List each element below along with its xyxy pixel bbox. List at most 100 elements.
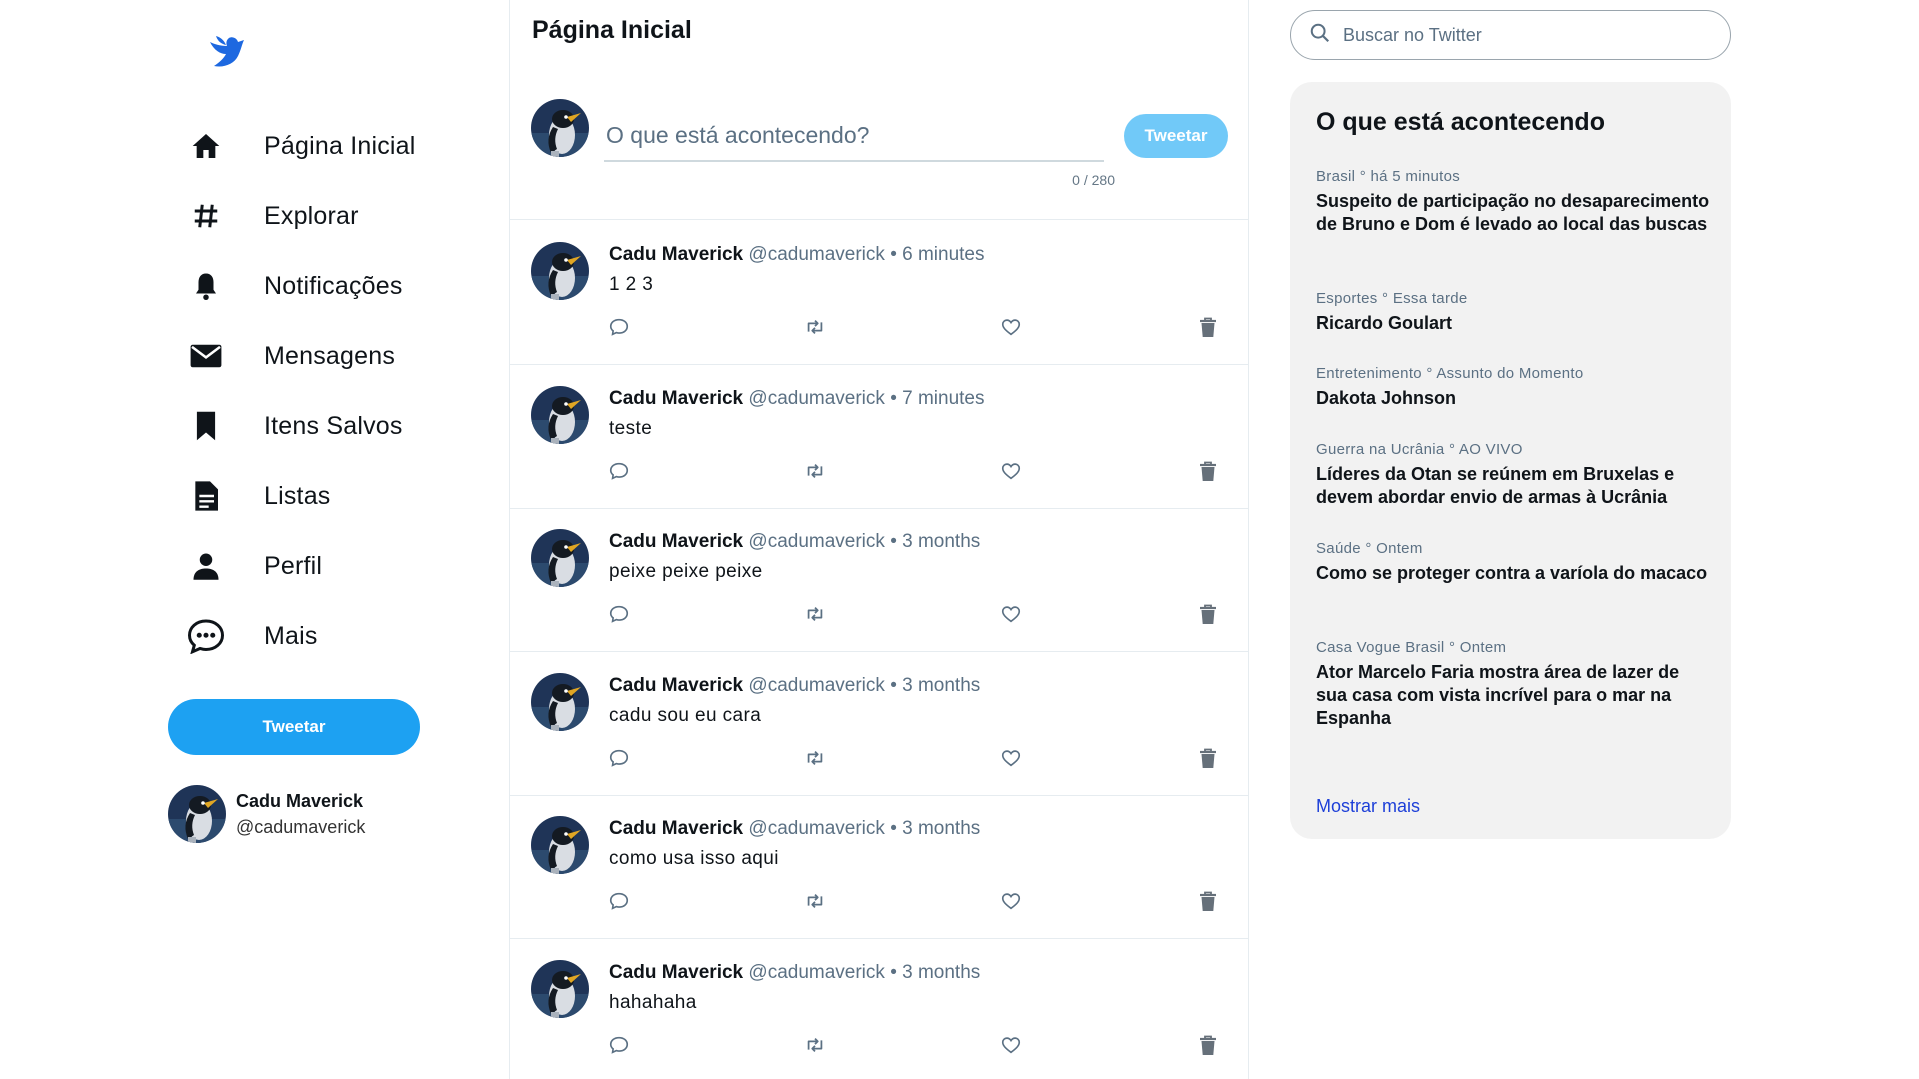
trash-icon[interactable]	[1193, 1030, 1223, 1060]
tweet-composer: 0 / 280 Tweetar	[510, 80, 1248, 220]
retweet-icon[interactable]	[800, 599, 830, 629]
timeline-column: Página Inicial 0 / 280 Tweetar Cadu Mave…	[509, 0, 1249, 1079]
trash-icon[interactable]	[1193, 312, 1223, 342]
tweet-author[interactable]: Cadu Maverick	[609, 244, 743, 265]
avatar[interactable]	[531, 816, 589, 874]
tweet-text: 1 2 3	[609, 274, 654, 295]
nav-label: Itens Salvos	[264, 411, 403, 440]
trend-item[interactable]: Saúde ° Ontem Como se proteger contra a v…	[1316, 540, 1711, 585]
reply-icon[interactable]	[604, 599, 634, 629]
trend-item[interactable]: Casa Vogue Brasil ° Ontem Ator Marcelo Fa…	[1316, 639, 1711, 730]
trend-item[interactable]: Esportes ° Essa tarde Ricardo Goulart	[1316, 290, 1711, 335]
like-icon[interactable]	[996, 456, 1026, 486]
trend-context: Saúde ° Ontem	[1316, 540, 1423, 557]
nav-explore[interactable]: Explorar	[186, 188, 359, 244]
tweet-text: peixe peixe peixe	[609, 561, 763, 582]
retweet-icon[interactable]	[800, 312, 830, 342]
trend-headline: Dakota Johnson	[1316, 388, 1457, 408]
list-icon	[186, 476, 226, 516]
avatar[interactable]	[531, 960, 589, 1018]
nav-notifications[interactable]: Notificações	[186, 258, 403, 314]
trend-headline: Ricardo Goulart	[1316, 313, 1453, 333]
show-more-link[interactable]: Mostrar mais	[1316, 796, 1420, 817]
nav-home[interactable]: Página Inicial	[186, 118, 416, 174]
like-icon[interactable]	[996, 1030, 1026, 1060]
reply-icon[interactable]	[604, 1030, 634, 1060]
tweet-author[interactable]: Cadu Maverick	[609, 675, 743, 696]
account-switcher[interactable]: Cadu Maverick @cadumaverick	[168, 785, 365, 843]
tweet-handle: @cadumaverick	[748, 961, 885, 983]
trend-headline: Líderes da Otan se reúnem em Bruxelas e …	[1316, 464, 1675, 507]
nav-label: Notificações	[264, 271, 403, 300]
trend-item[interactable]: Entretenimento ° Assunto do Momento Dakot…	[1316, 365, 1711, 410]
avatar[interactable]	[531, 242, 589, 300]
nav-messages[interactable]: Mensagens	[186, 328, 395, 384]
reply-icon[interactable]	[604, 456, 634, 486]
reply-icon[interactable]	[604, 312, 634, 342]
like-icon[interactable]	[996, 743, 1026, 773]
nav-label: Mais	[264, 621, 318, 650]
avatar[interactable]	[531, 386, 589, 444]
nav-lists[interactable]: Listas	[186, 468, 331, 524]
tweet-button[interactable]: Tweetar	[168, 699, 420, 755]
trend-item[interactable]: Guerra na Ucrânia ° AO VIVO Líderes da Ot…	[1316, 441, 1711, 509]
nav-label: Página Inicial	[264, 131, 416, 160]
home-icon	[186, 126, 226, 166]
nav-label: Listas	[264, 481, 331, 510]
retweet-icon[interactable]	[800, 1030, 830, 1060]
avatar[interactable]	[531, 673, 589, 731]
like-icon[interactable]	[996, 599, 1026, 629]
trend-context: Guerra na Ucrânia ° AO VIVO	[1316, 441, 1523, 458]
tweet-header: Cadu Maverick @cadumaverick • 3 months	[609, 818, 980, 840]
avatar[interactable]	[531, 529, 589, 587]
like-icon[interactable]	[996, 312, 1026, 342]
tweet-author[interactable]: Cadu Maverick	[609, 962, 743, 983]
tweet-author[interactable]: Cadu Maverick	[609, 531, 743, 552]
tweet-item[interactable]: Cadu Maverick @cadumaverick • 3 months ha…	[510, 940, 1248, 1079]
tweet-item[interactable]: Cadu Maverick @cadumaverick • 7 minutes t…	[510, 366, 1248, 509]
trash-icon[interactable]	[1193, 456, 1223, 486]
trend-headline: Como se proteger contra a varíola do mac…	[1316, 563, 1708, 583]
reply-icon[interactable]	[604, 886, 634, 916]
tweet-author[interactable]: Cadu Maverick	[609, 818, 743, 839]
tweet-text: como usa isso aqui	[609, 848, 779, 869]
tweet-timestamp: 3 months	[902, 818, 981, 839]
hashtag-icon	[186, 196, 226, 236]
trend-headline: Ator Marcelo Faria mostra área de lazer …	[1316, 662, 1680, 728]
page-title: Página Inicial	[532, 16, 692, 44]
trend-headline: Suspeito de participação no desaparecime…	[1316, 191, 1710, 234]
tweet-separator: •	[890, 244, 897, 265]
compose-input[interactable]	[604, 110, 1104, 162]
nav-label: Mensagens	[264, 341, 396, 370]
tweet-header: Cadu Maverick @cadumaverick • 7 minutes	[609, 388, 985, 410]
tweet-author[interactable]: Cadu Maverick	[609, 388, 743, 409]
reply-icon[interactable]	[604, 743, 634, 773]
more-bubble-icon	[186, 616, 226, 656]
compose-tweet-button[interactable]: Tweetar	[1124, 114, 1228, 158]
tweet-timestamp: 7 minutes	[902, 387, 985, 409]
bird-icon[interactable]	[204, 28, 248, 72]
tweet-text: hahahaha	[609, 991, 697, 1013]
tweet-item[interactable]: Cadu Maverick @cadumaverick • 3 months pe…	[510, 509, 1248, 652]
retweet-icon[interactable]	[800, 743, 830, 773]
search-input[interactable]	[1343, 24, 1703, 46]
trash-icon[interactable]	[1193, 886, 1223, 916]
avatar	[168, 785, 226, 843]
trend-item[interactable]: Brasil ° há 5 minutos Suspeito de partici…	[1316, 168, 1711, 236]
tweet-separator: •	[890, 961, 897, 983]
retweet-icon[interactable]	[800, 456, 830, 486]
tweet-item[interactable]: Cadu Maverick @cadumaverick • 3 months co…	[510, 796, 1248, 939]
trash-icon[interactable]	[1193, 743, 1223, 773]
trash-icon[interactable]	[1193, 599, 1223, 629]
left-sidebar: Página Inicial Explorar Notificações Men…	[0, 0, 506, 1079]
nav-label: Perfil	[264, 551, 323, 580]
nav-more[interactable]: Mais	[186, 608, 318, 664]
tweet-item[interactable]: Cadu Maverick @cadumaverick • 3 months ca…	[510, 653, 1248, 796]
retweet-icon[interactable]	[800, 886, 830, 916]
nav-bookmarks[interactable]: Itens Salvos	[186, 398, 403, 454]
search-box[interactable]	[1290, 10, 1731, 60]
nav-profile[interactable]: Perfil	[186, 538, 322, 594]
like-icon[interactable]	[996, 886, 1026, 916]
character-counter: 0 / 280	[1072, 172, 1115, 188]
tweet-item[interactable]: Cadu Maverick @cadumaverick • 6 minutes 1…	[510, 222, 1248, 365]
